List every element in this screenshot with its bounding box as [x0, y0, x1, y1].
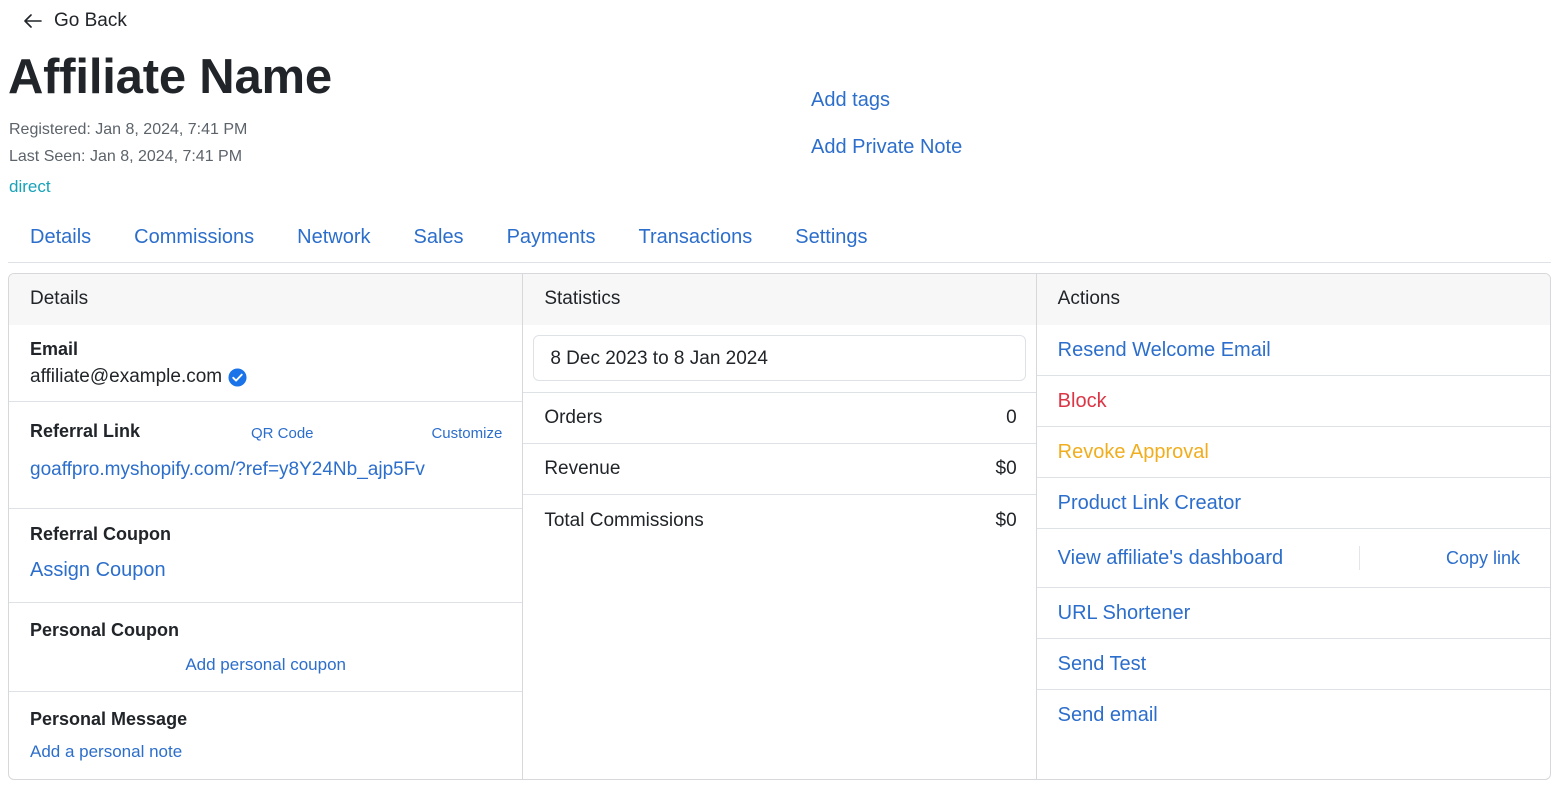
date-range-wrapper: 8 Dec 2023 to 8 Jan 2024: [523, 325, 1036, 393]
personal-message-section: Personal Message Add a personal note: [9, 692, 522, 762]
stat-label: Total Commissions: [544, 509, 704, 531]
affiliate-card: Details Email affiliate@example.com Refe…: [8, 273, 1551, 780]
customize-link[interactable]: Customize: [431, 425, 502, 442]
referral-link-section: Referral Link QR Code Customize goaffpro…: [9, 402, 523, 509]
page-title: Affiliate Name: [8, 50, 332, 104]
tab-commissions[interactable]: Commissions: [112, 214, 275, 262]
add-personal-note-link[interactable]: Add a personal note: [30, 742, 501, 762]
statistics-panel: Statistics 8 Dec 2023 to 8 Jan 2024 Orde…: [522, 274, 1036, 779]
details-panel: Details Email affiliate@example.com Refe…: [9, 274, 523, 779]
referral-coupon-label: Referral Coupon: [30, 524, 172, 544]
statistics-heading: Statistics: [523, 274, 1036, 325]
go-back-link[interactable]: Go Back: [24, 10, 127, 32]
block-action[interactable]: Block: [1036, 376, 1550, 427]
referral-link[interactable]: goaffpro.myshopify.com/?ref=y8Y24Nb_ajp5…: [30, 459, 501, 481]
copy-link-action[interactable]: Copy link: [1446, 548, 1520, 569]
stat-row-total-commissions: Total Commissions $0: [523, 495, 1035, 546]
tab-transactions[interactable]: Transactions: [617, 214, 774, 262]
last-seen-date: Last Seen: Jan 8, 2024, 7:41 PM: [9, 148, 243, 165]
tab-settings[interactable]: Settings: [773, 214, 888, 262]
url-shortener-action[interactable]: URL Shortener: [1036, 588, 1550, 639]
registered-date: Registered: Jan 8, 2024, 7:41 PM: [9, 121, 248, 138]
send-email-action[interactable]: Send email: [1037, 690, 1550, 741]
email-value-row: affiliate@example.com: [30, 366, 501, 388]
stat-value: 0: [1006, 407, 1017, 428]
tab-network[interactable]: Network: [275, 214, 391, 262]
email-section: Email affiliate@example.com: [9, 325, 523, 402]
divider: [1358, 546, 1360, 570]
referral-coupon-section: Referral Coupon Assign Coupon: [9, 509, 523, 603]
email-value: affiliate@example.com: [30, 366, 223, 387]
send-test-action[interactable]: Send Test: [1036, 639, 1550, 690]
add-tags-link[interactable]: Add tags: [811, 89, 890, 112]
add-private-note-link[interactable]: Add Private Note: [811, 136, 962, 159]
stat-value: $0: [995, 458, 1017, 479]
date-range-picker[interactable]: 8 Dec 2023 to 8 Jan 2024: [533, 335, 1026, 381]
tab-sales[interactable]: Sales: [392, 214, 485, 262]
actions-panel: Actions Resend Welcome Email Block Revok…: [1035, 274, 1550, 779]
details-heading: Details: [9, 274, 523, 325]
tab-payments[interactable]: Payments: [485, 214, 617, 262]
resend-welcome-email-action[interactable]: Resend Welcome Email: [1036, 325, 1550, 376]
add-personal-coupon-link[interactable]: Add personal coupon: [30, 655, 501, 675]
view-dashboard-action[interactable]: View affiliate's dashboard: [1058, 547, 1283, 570]
stat-value: $0: [995, 509, 1017, 531]
stat-row-orders: Orders 0: [523, 393, 1036, 444]
view-dashboard-row: View affiliate's dashboard Copy link: [1036, 529, 1550, 588]
revoke-approval-action[interactable]: Revoke Approval: [1036, 427, 1550, 478]
email-label: Email: [30, 339, 79, 359]
stat-label: Orders: [544, 407, 603, 428]
personal-coupon-section: Personal Coupon Add personal coupon: [9, 603, 523, 692]
personal-coupon-label: Personal Coupon: [30, 620, 180, 640]
product-link-creator-action[interactable]: Product Link Creator: [1036, 478, 1550, 529]
source-badge: direct: [9, 177, 51, 196]
tab-bar: Details Commissions Network Sales Paymen…: [8, 214, 1551, 263]
actions-heading: Actions: [1036, 274, 1550, 325]
qr-code-link[interactable]: QR Code: [251, 425, 314, 442]
stat-label: Revenue: [544, 458, 621, 479]
personal-message-label: Personal Message: [30, 709, 188, 729]
tab-details[interactable]: Details: [8, 214, 112, 262]
verified-check-icon: [228, 367, 247, 387]
arrow-left-icon: [24, 14, 42, 28]
go-back-label: Go Back: [54, 10, 127, 31]
assign-coupon-link[interactable]: Assign Coupon: [30, 559, 501, 582]
stat-row-revenue: Revenue $0: [523, 444, 1036, 495]
